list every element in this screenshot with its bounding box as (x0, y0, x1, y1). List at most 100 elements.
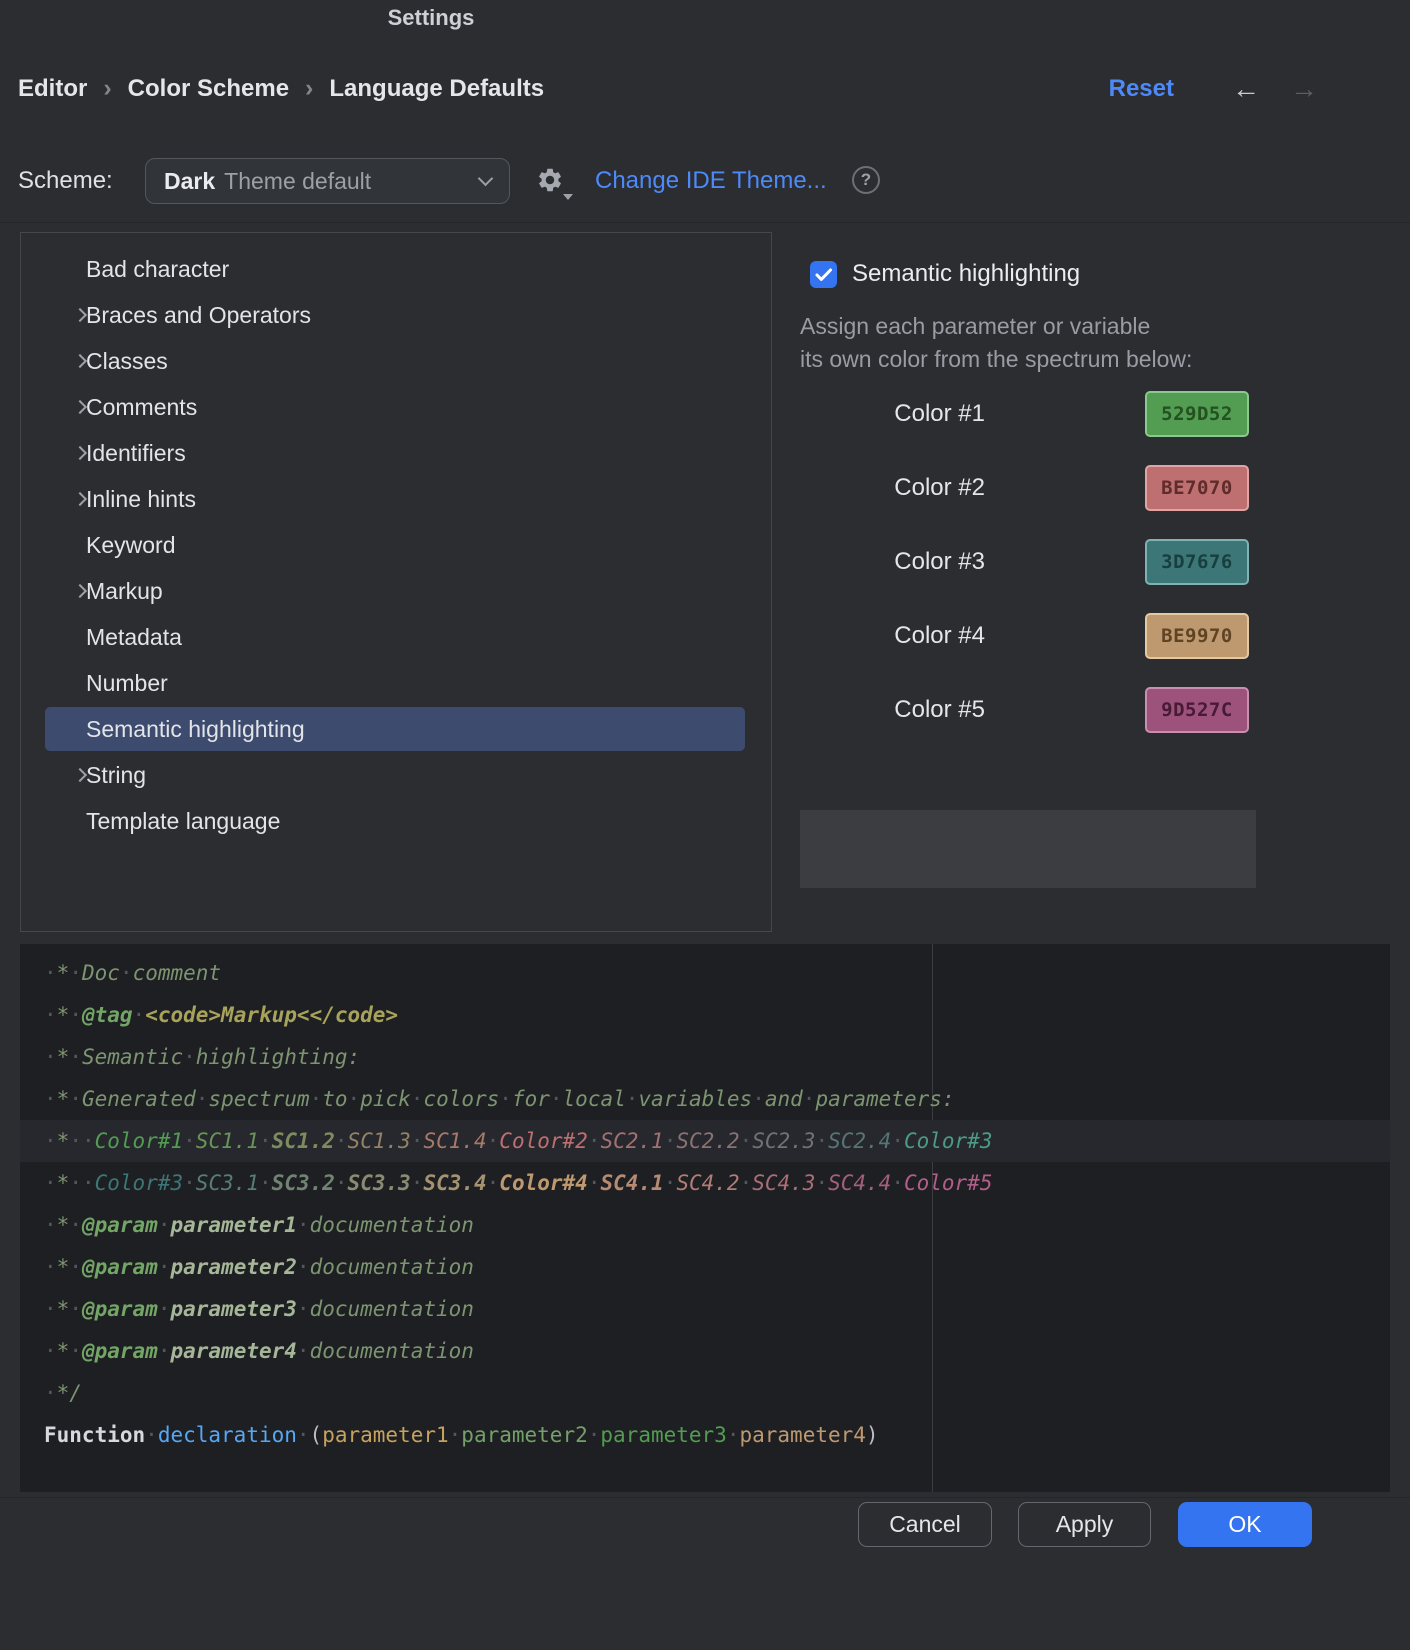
tree-item-comments[interactable]: Comments (21, 384, 771, 430)
whitespace-dot: · (69, 1087, 82, 1111)
tree-item-template-language[interactable]: Template language (21, 798, 771, 844)
code-preview: ·*·Doc·comment·*·@tag·<code>Markup<</cod… (20, 944, 1390, 1492)
code-token: Color#3 (95, 1171, 184, 1195)
tree-item-braces-and-operators[interactable]: Braces and Operators (21, 292, 771, 338)
whitespace-dot: · (411, 1087, 424, 1111)
whitespace-dot: · (348, 1087, 361, 1111)
code-token: Color#1 (95, 1129, 184, 1153)
code-token: SC2.2 (676, 1129, 739, 1153)
gear-icon (536, 166, 564, 194)
whitespace-dot: · (158, 1339, 171, 1363)
color-swatch[interactable]: 529D52 (1145, 391, 1249, 437)
tree-item-label: Identifiers (86, 440, 186, 467)
breadcrumb-editor[interactable]: Editor (18, 75, 87, 103)
tree-item-bad-character[interactable]: Bad character (21, 246, 771, 292)
tree-item-identifiers[interactable]: Identifiers (21, 430, 771, 476)
header-divider (0, 222, 1410, 223)
scheme-value-secondary: Theme default (224, 168, 371, 195)
code-token: to (322, 1087, 347, 1111)
help-icon[interactable]: ? (852, 166, 880, 194)
whitespace-dot: · (69, 1339, 82, 1363)
chevron-right-icon[interactable] (73, 308, 87, 322)
breadcrumb-color-scheme[interactable]: Color Scheme (128, 75, 289, 103)
chevron-right-icon[interactable] (73, 354, 87, 368)
ok-button[interactable]: OK (1178, 1502, 1312, 1547)
cancel-button[interactable]: Cancel (858, 1502, 992, 1547)
code-token: and (765, 1087, 803, 1111)
whitespace-dot: · (44, 1339, 57, 1363)
whitespace-dot: · (44, 961, 57, 985)
code-token: @param (82, 1213, 158, 1237)
whitespace-dot: · (133, 1003, 146, 1027)
code-line: ·*·@param·parameter3·documentation (20, 1288, 1390, 1330)
whitespace-dot: · (664, 1171, 677, 1195)
code-token: local (563, 1087, 626, 1111)
code-line: ·*/ (20, 1372, 1390, 1414)
tree-item-inline-hints[interactable]: Inline hints (21, 476, 771, 522)
whitespace-dot: · (82, 1129, 95, 1153)
tree-item-string[interactable]: String (21, 752, 771, 798)
chevron-right-icon[interactable] (73, 584, 87, 598)
whitespace-dot: · (740, 1171, 753, 1195)
reset-button[interactable]: Reset (1109, 75, 1174, 103)
code-token: SC3.2 (272, 1171, 335, 1195)
tree-item-label: Inline hints (86, 486, 196, 513)
back-arrow-icon[interactable]: ← (1232, 75, 1260, 103)
whitespace-dot: · (499, 1087, 512, 1111)
code-token: Color#4 (499, 1171, 588, 1195)
tree-item-keyword[interactable]: Keyword (21, 522, 771, 568)
tree-item-semantic-highlighting[interactable]: Semantic highlighting (21, 706, 771, 752)
code-line: ·*·@param·parameter1·documentation (20, 1204, 1390, 1246)
chevron-right-icon[interactable] (73, 492, 87, 506)
code-token: * (57, 1255, 70, 1279)
chevron-right-icon[interactable] (73, 768, 87, 782)
tree-item-metadata[interactable]: Metadata (21, 614, 771, 660)
code-token: SC4.3 (752, 1171, 815, 1195)
spectrum-row: Color #4 BE9970 (800, 613, 1256, 659)
code-token: */ (57, 1381, 82, 1405)
whitespace-dot: · (449, 1423, 462, 1447)
code-token: highlighting: (196, 1045, 360, 1069)
code-line: ·*·Generated·spectrum·to·pick·colors·for… (20, 1078, 1390, 1120)
code-token: * (57, 1045, 70, 1069)
apply-button[interactable]: Apply (1018, 1502, 1151, 1547)
whitespace-dot: · (752, 1087, 765, 1111)
spectrum-preview-strip (800, 810, 1256, 888)
tree-item-number[interactable]: Number (21, 660, 771, 706)
chevron-right-icon[interactable] (73, 400, 87, 414)
code-token: @param (82, 1339, 158, 1363)
whitespace-dot: · (664, 1129, 677, 1153)
color-swatch[interactable]: BE7070 (1145, 465, 1249, 511)
color-label: Color #4 (800, 613, 985, 659)
code-line: ·*·Semantic·highlighting: (20, 1036, 1390, 1078)
whitespace-dot: · (158, 1213, 171, 1237)
breadcrumb: Editor › Color Scheme › Language Default… (18, 74, 1390, 103)
whitespace-dot: · (626, 1087, 639, 1111)
color-swatch[interactable]: 9D527C (1145, 687, 1249, 733)
tree-item-label: Markup (86, 578, 163, 605)
tree-item-label: String (86, 762, 146, 789)
code-token: SC2.4 (828, 1129, 891, 1153)
whitespace-dot: · (727, 1423, 740, 1447)
color-swatch[interactable]: BE9970 (1145, 613, 1249, 659)
tree-item-classes[interactable]: Classes (21, 338, 771, 384)
scheme-label: Scheme: (18, 167, 113, 195)
code-token: spectrum (208, 1087, 309, 1111)
forward-arrow-icon[interactable]: → (1290, 75, 1318, 103)
code-line: ·*··Color#3·SC3.1·SC3.2·SC3.3·SC3.4·Colo… (20, 1162, 1390, 1204)
whitespace-dot: · (259, 1129, 272, 1153)
code-token: comment (133, 961, 222, 985)
code-token: Color#2 (499, 1129, 588, 1153)
code-token: SC2.3 (752, 1129, 815, 1153)
scheme-gear-button[interactable] (536, 166, 568, 198)
code-token: declaration (158, 1423, 297, 1447)
change-ide-theme-link[interactable]: Change IDE Theme... (595, 167, 827, 195)
scheme-dropdown[interactable]: Dark Theme default (145, 158, 510, 204)
whitespace-dot: · (310, 1087, 323, 1111)
color-swatch[interactable]: 3D7676 (1145, 539, 1249, 585)
whitespace-dot: · (335, 1129, 348, 1153)
chevron-right-icon[interactable] (73, 446, 87, 460)
whitespace-dot: · (44, 1213, 57, 1237)
tree-item-markup[interactable]: Markup (21, 568, 771, 614)
code-token: documentation (310, 1213, 474, 1237)
